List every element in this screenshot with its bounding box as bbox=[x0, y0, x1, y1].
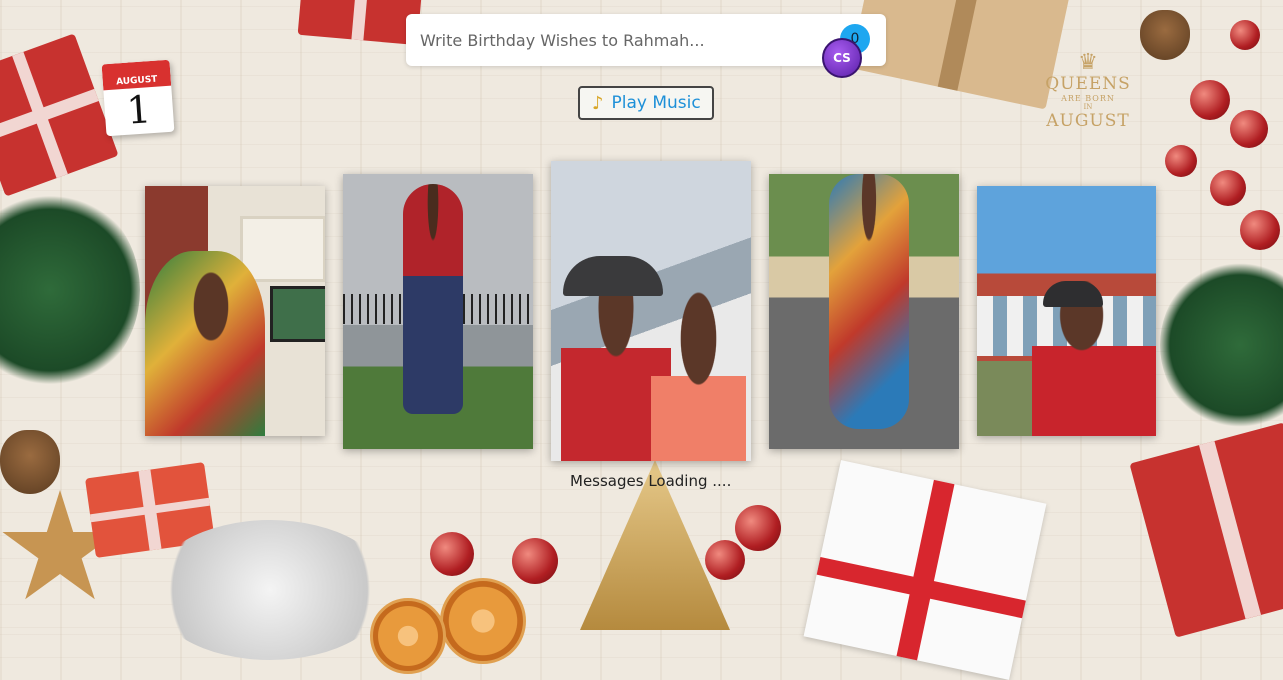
logo-line-4: AUGUST bbox=[1046, 111, 1130, 131]
photo-2[interactable] bbox=[343, 174, 533, 449]
pine-branch-decoration bbox=[1160, 260, 1283, 430]
gift-box-decoration bbox=[297, 0, 423, 46]
wish-input-container: 0 CS bbox=[406, 14, 886, 78]
photo-4[interactable] bbox=[769, 174, 959, 449]
pine-cone-decoration bbox=[1140, 10, 1190, 60]
gift-box-decoration bbox=[0, 33, 119, 197]
dried-orange-decoration bbox=[440, 578, 526, 664]
tinsel-decoration bbox=[150, 520, 390, 660]
ornament-ball-decoration bbox=[735, 505, 781, 551]
play-music-button[interactable]: ♪ Play Music bbox=[578, 86, 714, 120]
ornament-ball-decoration bbox=[1190, 80, 1230, 120]
photo-3-person-right bbox=[651, 291, 746, 461]
crown-icon: ♛ bbox=[1078, 50, 1098, 75]
ornament-ball-decoration bbox=[512, 538, 558, 584]
logo-line-2: ARE BORN bbox=[1061, 94, 1115, 103]
gift-box-decoration bbox=[1129, 422, 1283, 638]
photo-3[interactable] bbox=[551, 161, 751, 461]
calendar-icon: AUGUST 1 bbox=[101, 59, 175, 137]
photo-5[interactable] bbox=[977, 186, 1156, 436]
photo-1[interactable] bbox=[145, 186, 325, 436]
photo-1-monitor bbox=[270, 286, 325, 342]
pine-branch-decoration bbox=[0, 190, 140, 390]
photo-1-person bbox=[145, 251, 265, 436]
photo-4-person bbox=[829, 174, 909, 429]
queens-logo: ♛ QUEENS ARE BORN IN AUGUST bbox=[1040, 50, 1136, 132]
logo-line-3: IN bbox=[1083, 103, 1093, 111]
calendar-day: 1 bbox=[125, 87, 153, 133]
ornament-ball-decoration bbox=[430, 532, 474, 576]
ornament-ball-decoration bbox=[1210, 170, 1246, 206]
ornament-ball-decoration bbox=[1230, 110, 1268, 148]
avatar[interactable]: CS bbox=[822, 38, 862, 78]
play-music-label: Play Music bbox=[611, 93, 701, 113]
photo-5-cap bbox=[1043, 281, 1103, 307]
ornament-ball-decoration bbox=[1240, 210, 1280, 250]
ornament-ball-decoration bbox=[1165, 145, 1197, 177]
gift-box-decoration bbox=[803, 460, 1047, 680]
ornament-ball-decoration bbox=[1230, 20, 1260, 50]
pine-cone-decoration bbox=[0, 430, 60, 494]
photo-2-person bbox=[403, 184, 463, 414]
wish-input[interactable] bbox=[406, 14, 834, 66]
music-note-icon: ♪ bbox=[592, 92, 604, 114]
messages-loading-status: Messages Loading .... bbox=[570, 472, 732, 490]
ornament-ball-decoration bbox=[705, 540, 745, 580]
photo-1-frame bbox=[240, 216, 325, 282]
dried-orange-decoration bbox=[370, 598, 446, 674]
logo-line-1: QUEENS bbox=[1045, 74, 1131, 94]
